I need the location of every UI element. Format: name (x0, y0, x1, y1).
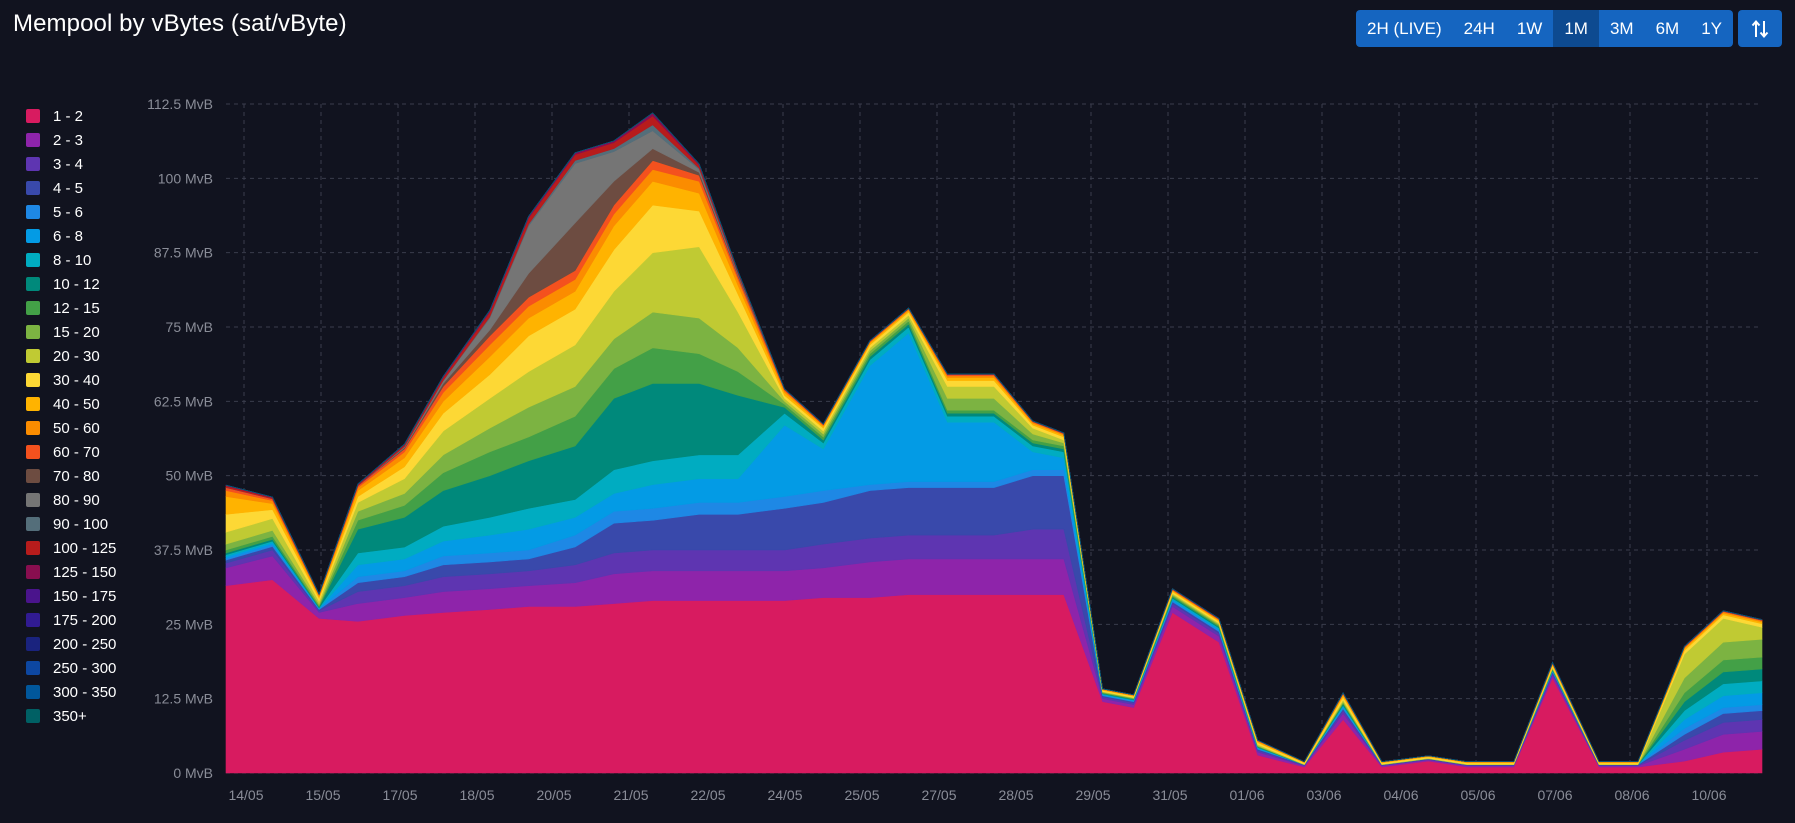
y-tick-label: 62.5 MvB (154, 393, 213, 409)
x-axis: 14/05 15/05 17/05 18/05 20/05 21/05 22/05 24/05… (228, 787, 1726, 803)
x-tick-label: 21/05 (613, 787, 648, 803)
mempool-area-chart: 0 MvB 12.5 MvB 25 MvB 37.5 MvB 50 MvB 62.5 Mv… (147, 96, 1763, 803)
y-tick-label: 37.5 MvB (154, 542, 213, 558)
x-tick-label: 01/06 (1229, 787, 1264, 803)
x-tick-label: 24/05 (767, 787, 802, 803)
x-tick-label: 08/06 (1614, 787, 1649, 803)
x-tick-label: 27/05 (921, 787, 956, 803)
y-tick-label: 87.5 MvB (154, 245, 213, 261)
x-tick-label: 28/05 (998, 787, 1033, 803)
chart-areas (225, 112, 1763, 774)
x-tick-label: 05/06 (1460, 787, 1495, 803)
y-tick-label: 12.5 MvB (154, 691, 213, 707)
x-tick-label: 18/05 (459, 787, 494, 803)
x-tick-label: 22/05 (690, 787, 725, 803)
y-tick-label: 75 MvB (166, 319, 213, 335)
x-tick-label: 31/05 (1152, 787, 1187, 803)
x-tick-label: 17/05 (382, 787, 417, 803)
x-tick-label: 14/05 (228, 787, 263, 803)
x-tick-label: 07/06 (1537, 787, 1572, 803)
x-tick-label: 04/06 (1383, 787, 1418, 803)
y-tick-label: 100 MvB (158, 170, 213, 186)
x-tick-label: 10/06 (1691, 787, 1726, 803)
y-tick-label: 25 MvB (166, 616, 213, 632)
y-tick-label: 50 MvB (166, 468, 213, 484)
x-tick-label: 03/06 (1306, 787, 1341, 803)
y-axis: 0 MvB 12.5 MvB 25 MvB 37.5 MvB 50 MvB 62.5 Mv… (147, 96, 213, 781)
x-tick-label: 25/05 (844, 787, 879, 803)
y-tick-label: 112.5 MvB (147, 96, 213, 112)
x-tick-label: 20/05 (536, 787, 571, 803)
x-tick-label: 15/05 (305, 787, 340, 803)
x-tick-label: 29/05 (1075, 787, 1110, 803)
y-tick-label: 0 MvB (173, 765, 213, 781)
